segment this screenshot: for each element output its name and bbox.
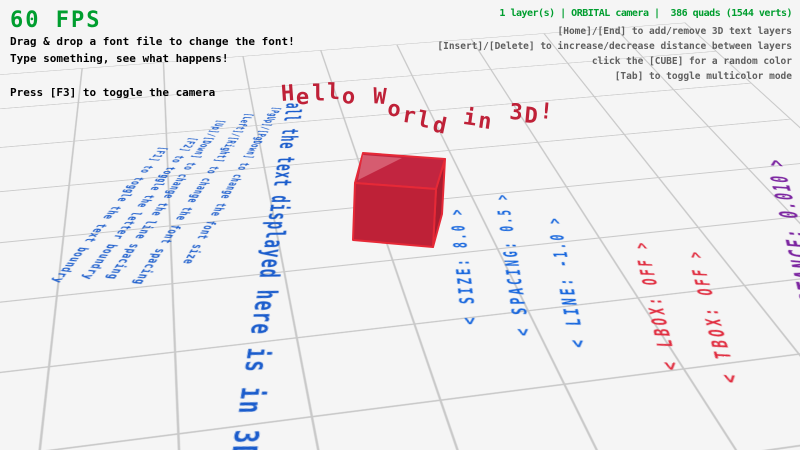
wave-letter xyxy=(448,85,464,111)
instructions-block: Drag & drop a font file to change the fo… xyxy=(10,33,295,101)
hotkey-line: click the [CUBE] for a random color xyxy=(437,54,792,69)
wave-letter: l xyxy=(312,82,327,107)
wave-letter: e xyxy=(296,85,312,111)
render-status-text: 1 layer(s) | ORBITAL camera | 386 quads … xyxy=(499,8,792,19)
red-cube[interactable] xyxy=(353,153,445,247)
instruction-line: Drag & drop a font file to change the fo… xyxy=(10,33,295,50)
instruction-line: Type something, see what happens! xyxy=(10,50,295,67)
wave-letter: ! xyxy=(539,99,556,125)
hotkey-line: [Home]/[End] to add/remove 3D text layer… xyxy=(437,24,792,39)
wave-letter: l xyxy=(326,80,342,106)
wave-letter: o xyxy=(341,84,358,110)
hotkey-line: [Tab] to toggle multicolor mode xyxy=(437,69,792,84)
fps-counter: 60 FPS xyxy=(10,8,101,33)
hotkeys-block: [Home]/[End] to add/remove 3D text layer… xyxy=(437,24,792,84)
wave-letter xyxy=(357,82,373,108)
render-canvas[interactable]: [F1] to toggle the text boundry[F2] to t… xyxy=(0,0,800,450)
wave-letter xyxy=(494,87,510,113)
instruction-line: Press [F3] to toggle the camera xyxy=(10,84,295,101)
hotkey-line: [Insert]/[Delete] to increase/decrease d… xyxy=(437,39,792,54)
wave-letter: W xyxy=(372,84,389,110)
